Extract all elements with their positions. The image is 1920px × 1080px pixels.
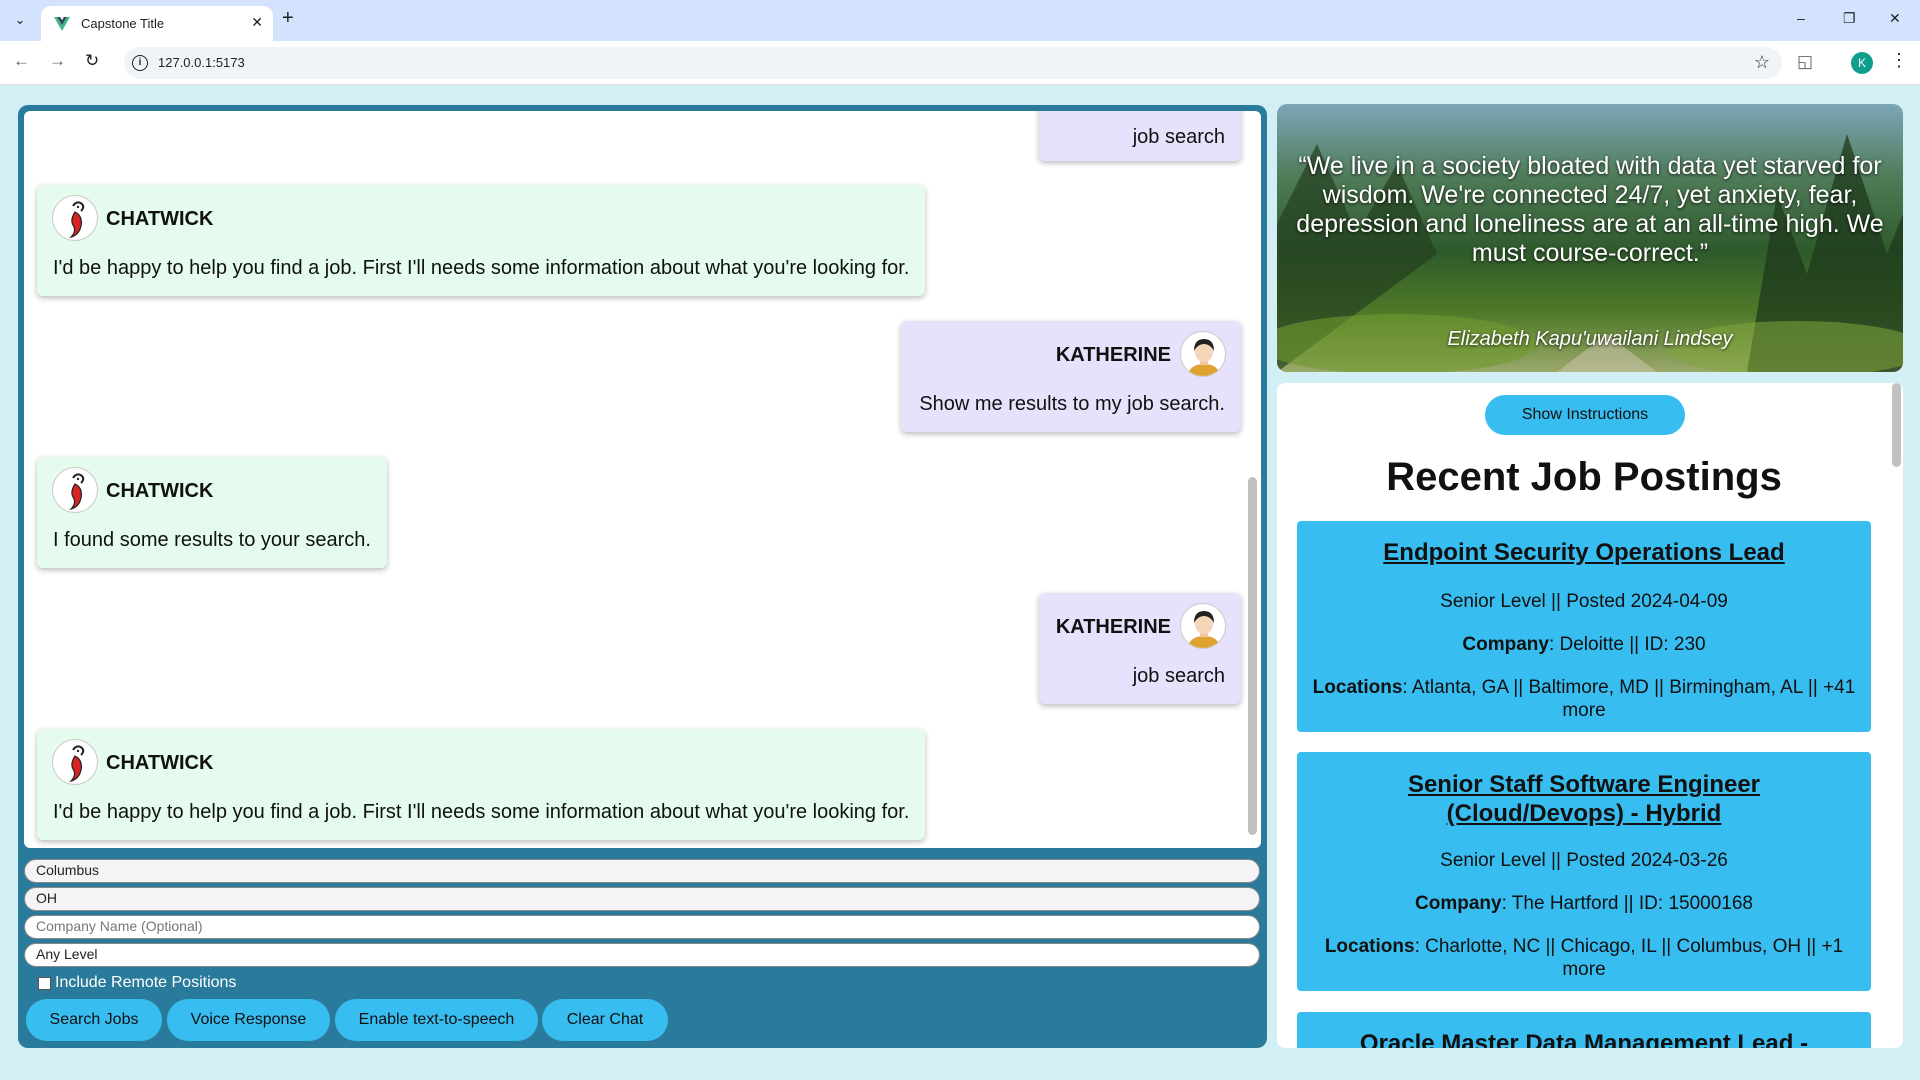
chat-message-user: KATHERINE job search — [1039, 593, 1241, 704]
job-company: Company: The Hartford || ID: 15000168 — [1309, 892, 1859, 915]
message-text: Show me results to my job search. — [919, 393, 1225, 415]
job-title-link[interactable]: Senior Staff Software Engineer (Cloud/De… — [1317, 770, 1851, 828]
quote-banner: “We live in a society bloated with data … — [1277, 104, 1903, 372]
locations-value: : Atlanta, GA || Baltimore, MD || Birmin… — [1402, 677, 1856, 721]
chat-message-user: job search — [1039, 111, 1241, 161]
forward-arrow-icon[interactable]: → — [49, 51, 66, 71]
job-postings-panel[interactable]: Show Instructions Recent Job Postings En… — [1277, 383, 1903, 1048]
tab-title: Capstone Title — [81, 16, 165, 31]
chatwick-avatar — [52, 739, 98, 785]
back-arrow-icon[interactable]: ← — [13, 51, 30, 71]
message-text: job search — [1132, 126, 1225, 148]
voice-response-button[interactable]: Voice Response — [167, 999, 330, 1041]
new-tab-icon[interactable]: + — [282, 8, 294, 28]
job-meta: Senior Level || Posted 2024-03-26 — [1440, 850, 1728, 871]
locations-label: Locations — [1324, 936, 1415, 957]
city-input[interactable]: Columbus — [24, 859, 1260, 883]
text-to-speech-button[interactable]: Enable text-to-speech — [335, 999, 538, 1041]
message-text: I found some results to your search. — [53, 529, 371, 551]
window-close-icon[interactable]: ✕ — [1889, 10, 1901, 27]
remote-label: Include Remote Positions — [55, 974, 237, 991]
katherine-avatar — [1180, 331, 1226, 377]
company-label: Company — [1415, 893, 1502, 914]
profile-avatar[interactable]: K — [1851, 52, 1873, 74]
job-locations: Locations: Atlanta, GA || Baltimore, MD … — [1309, 676, 1859, 722]
remote-checkbox[interactable] — [38, 976, 51, 990]
reload-icon[interactable]: ↻ — [85, 51, 99, 71]
restore-icon[interactable]: ❐ — [1843, 10, 1856, 27]
chat-panel: job search CHATWICK I'd be happy to help… — [18, 105, 1267, 1048]
state-input[interactable]: OH — [24, 887, 1260, 911]
locations-label: Locations — [1312, 677, 1403, 698]
job-card: Oracle Master Data Management Lead - — [1297, 1012, 1871, 1048]
browser-menu-icon[interactable]: ⋮ — [1890, 50, 1908, 71]
browser-tab-bar: ⌄ Capstone Title ✕ + – ❐ ✕ — [0, 0, 1920, 41]
job-title-link[interactable]: Endpoint Security Operations Lead — [1317, 538, 1851, 567]
job-meta: Senior Level || Posted 2024-04-09 — [1440, 591, 1728, 612]
browser-tab[interactable]: Capstone Title ✕ — [41, 6, 273, 41]
job-card: Endpoint Security Operations Lead Senior… — [1297, 521, 1871, 732]
bookmark-star-icon[interactable]: ☆ — [1754, 52, 1770, 73]
browser-toolbar: ← → ↻ i 127.0.0.1:5173 ☆ ◱ K ⋮ — [0, 41, 1920, 85]
job-card: Senior Staff Software Engineer (Cloud/De… — [1297, 752, 1871, 991]
company-value: : The Hartford || ID: 15000168 — [1501, 893, 1753, 914]
quote-text: “We live in a society bloated with data … — [1296, 152, 1884, 267]
sender-name: KATHERINE — [1055, 616, 1171, 638]
remote-positions-option[interactable]: Include Remote Positions — [38, 974, 236, 992]
tab-search-chevron-icon[interactable]: ⌄ — [8, 8, 32, 32]
chat-message-bot: CHATWICK I'd be happy to help you find a… — [37, 185, 925, 296]
job-title-link[interactable]: Oracle Master Data Management Lead - — [1317, 1029, 1851, 1048]
chat-message-bot: CHATWICK I found some results to your se… — [37, 457, 387, 568]
job-locations: Locations: Charlotte, NC || Chicago, IL … — [1309, 935, 1859, 981]
sender-name: KATHERINE — [1055, 344, 1171, 366]
sender-name: CHATWICK — [106, 208, 214, 230]
company-value: : Deloitte || ID: 230 — [1548, 634, 1706, 655]
chat-window[interactable]: job search CHATWICK I'd be happy to help… — [24, 111, 1261, 848]
quote-author: Elizabeth Kapu'uwailani Lindsey — [1447, 328, 1733, 350]
extensions-puzzle-icon[interactable]: ◱ — [1797, 52, 1813, 72]
postings-scrollbar[interactable] — [1892, 383, 1901, 467]
url-text[interactable]: 127.0.0.1:5173 — [158, 55, 245, 70]
katherine-avatar — [1180, 603, 1226, 649]
minimize-icon[interactable]: – — [1797, 10, 1805, 26]
chat-message-bot: CHATWICK I'd be happy to help you find a… — [37, 729, 925, 840]
sender-name: CHATWICK — [106, 480, 214, 502]
tab-close-icon[interactable]: ✕ — [251, 14, 263, 31]
clear-chat-button[interactable]: Clear Chat — [542, 999, 668, 1041]
vue-favicon-icon — [54, 17, 70, 31]
show-instructions-button[interactable]: Show Instructions — [1485, 395, 1685, 435]
message-text: I'd be happy to help you find a job. Fir… — [53, 801, 910, 823]
address-bar[interactable]: i 127.0.0.1:5173 ☆ — [124, 47, 1782, 79]
sender-name: CHATWICK — [106, 752, 214, 774]
chatwick-avatar — [52, 467, 98, 513]
site-info-icon[interactable]: i — [132, 55, 148, 71]
chat-message-user: KATHERINE Show me results to my job sear… — [901, 321, 1241, 432]
message-text: job search — [1132, 665, 1225, 687]
chatwick-avatar — [52, 195, 98, 241]
search-jobs-button[interactable]: Search Jobs — [26, 999, 162, 1041]
postings-heading: Recent Job Postings — [1386, 455, 1782, 499]
chat-scrollbar[interactable] — [1248, 477, 1257, 835]
message-text: I'd be happy to help you find a job. Fir… — [53, 257, 910, 279]
company-label: Company — [1462, 634, 1549, 655]
company-input[interactable]: Company Name (Optional) — [24, 915, 1260, 939]
job-company: Company: Deloitte || ID: 230 — [1309, 633, 1859, 656]
level-select[interactable]: Any Level — [24, 943, 1260, 967]
locations-value: : Charlotte, NC || Chicago, IL || Columb… — [1414, 936, 1844, 980]
